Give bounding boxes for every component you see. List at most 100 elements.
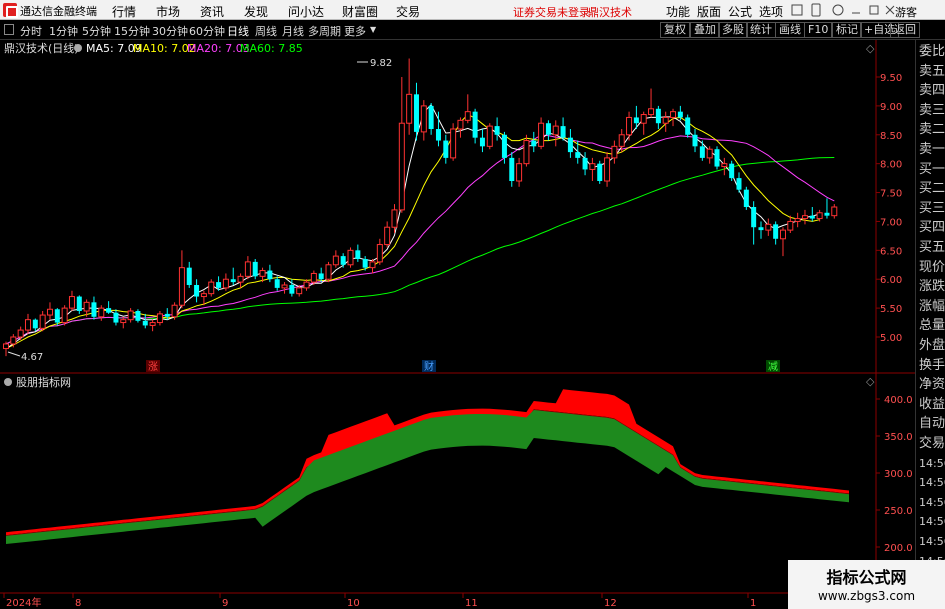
- candle-body: [61, 307, 68, 324]
- period-5min[interactable]: 5分钟: [82, 23, 111, 39]
- candle-body: [773, 224, 779, 239]
- indicator-header: 股朋指标网: [4, 375, 71, 389]
- phone-icon[interactable]: [811, 3, 821, 17]
- price-tick-label: 8.50: [880, 131, 902, 142]
- candle-body: [259, 270, 266, 277]
- menu-item-market[interactable]: 市场: [156, 3, 180, 20]
- tool-stats[interactable]: 统计: [746, 22, 776, 38]
- settings-icon[interactable]: [74, 44, 82, 52]
- candle-body: [575, 152, 581, 158]
- app-title: 通达信金融终端: [20, 5, 97, 18]
- menu-item-discover[interactable]: 发现: [244, 3, 268, 20]
- candle-body: [362, 259, 368, 268]
- watermark: 指标公式网 www.zbgs3.com: [788, 560, 945, 609]
- close-icon[interactable]: [885, 5, 895, 15]
- tool-adjust[interactable]: 复权: [660, 22, 690, 38]
- price-tick-label: 7.50: [880, 189, 902, 200]
- candle-body: [376, 244, 383, 263]
- panel-toggle-icon[interactable]: [4, 24, 14, 35]
- period-multi[interactable]: 多周期: [308, 23, 341, 39]
- guest-login[interactable]: 游客: [895, 4, 917, 20]
- tool-draw[interactable]: 画线: [775, 22, 805, 38]
- candle-body: [340, 256, 346, 265]
- menu-item-options[interactable]: 选项: [759, 3, 783, 20]
- quote-panel-label: 外盘: [919, 338, 945, 353]
- candle-body: [106, 308, 112, 313]
- candle-body: [765, 223, 772, 231]
- expand-icon[interactable]: ◇: [866, 42, 875, 55]
- tool-overlay[interactable]: 叠加: [690, 22, 720, 38]
- marker-finance[interactable]: 财: [424, 360, 434, 373]
- candle-body: [589, 163, 596, 170]
- menu-item-trade[interactable]: 交易: [396, 3, 420, 20]
- indicator-band-green: [6, 410, 849, 544]
- candle-body: [10, 336, 17, 345]
- price-tick-label: 6.00: [880, 275, 902, 286]
- tool-multi-stock[interactable]: 多股: [718, 22, 748, 38]
- low-price-label: 4.67: [21, 352, 43, 363]
- candle-body: [464, 111, 471, 121]
- period-intraday[interactable]: 分时: [20, 23, 42, 39]
- more-dropdown-icon[interactable]: ▼: [370, 25, 376, 34]
- candle-body: [560, 126, 566, 138]
- date-label: 9: [222, 598, 228, 609]
- period-15min[interactable]: 15分钟: [114, 23, 150, 39]
- candle-body: [597, 163, 603, 181]
- quote-panel-label: 卖四: [919, 83, 945, 99]
- indicator-name: 股朋指标网: [16, 375, 71, 389]
- price-tick-label: 7.00: [880, 217, 902, 228]
- indicator-settings-icon[interactable]: [4, 378, 12, 386]
- period-daily[interactable]: 日线: [227, 23, 249, 39]
- marker-reduce[interactable]: 减: [768, 361, 778, 373]
- candle-body: [244, 261, 251, 277]
- quote-panel-label: 换手: [919, 357, 945, 373]
- candle-body: [406, 93, 413, 124]
- candle-body: [486, 125, 493, 147]
- period-60min[interactable]: 60分钟: [189, 23, 225, 39]
- menu-item-formula[interactable]: 公式: [728, 3, 752, 20]
- kline-chart-svg[interactable]: 9.50 9.00 8.50 8.00 7.50 7.00 6.50 6.00 5.50 5.00…: [0, 40, 915, 609]
- maximize-icon[interactable]: [869, 5, 879, 15]
- menu-item-function[interactable]: 功能: [666, 3, 690, 20]
- candle-body: [509, 157, 515, 181]
- quote-panel-label: 委比: [919, 44, 945, 59]
- marker-rise[interactable]: 涨: [148, 361, 158, 373]
- period-more[interactable]: 更多: [344, 23, 366, 39]
- quote-panel-label: 总量: [919, 318, 945, 334]
- layout-icon[interactable]: [791, 4, 803, 16]
- tool-back[interactable]: 返回: [890, 22, 920, 38]
- period-monthly[interactable]: 月线: [282, 23, 304, 39]
- period-30min[interactable]: 30分钟: [152, 23, 188, 39]
- candle-body: [303, 281, 310, 289]
- candle-body: [801, 215, 808, 220]
- indicator-area: [6, 389, 849, 544]
- candle-body: [120, 319, 127, 324]
- quote-panel-label: 买一: [919, 161, 945, 177]
- chart-area[interactable]: 9.50 9.00 8.50 8.00 7.50 7.00 6.50 6.00 5.50 5.00…: [0, 40, 915, 609]
- menu-item-news[interactable]: 资讯: [200, 3, 224, 20]
- menu-item-wealth[interactable]: 财富圈: [342, 3, 378, 20]
- tool-mark[interactable]: 标记: [832, 22, 862, 38]
- candle-body: [677, 111, 683, 118]
- menu-item-quotes[interactable]: 行情: [112, 3, 136, 20]
- candle-body: [46, 308, 53, 316]
- trade-login-status[interactable]: 证券交易未登录: [513, 4, 590, 20]
- candle-body: [443, 140, 449, 158]
- indicator-expand-icon[interactable]: ◇: [866, 375, 875, 388]
- quote-panel-label: 14:56: [919, 515, 945, 529]
- quote-panel-label: 14:56: [919, 535, 945, 548]
- candle-body: [787, 220, 794, 231]
- quote-panel-label: 现价: [919, 259, 945, 275]
- candle-body: [171, 304, 178, 318]
- quote-panel-label: 14:56: [919, 476, 945, 490]
- candle-body: [347, 249, 354, 266]
- menu-item-ask[interactable]: 问小达: [288, 3, 324, 20]
- help-icon[interactable]: [832, 4, 844, 16]
- candle-body: [39, 314, 46, 329]
- date-label: 2024年: [6, 596, 41, 609]
- menu-item-layout[interactable]: 版面: [697, 3, 721, 20]
- low-annotation: 4.67: [7, 351, 43, 363]
- period-1min[interactable]: 1分钟: [49, 23, 78, 39]
- period-weekly[interactable]: 周线: [255, 23, 277, 39]
- tool-f10[interactable]: F10: [804, 22, 833, 38]
